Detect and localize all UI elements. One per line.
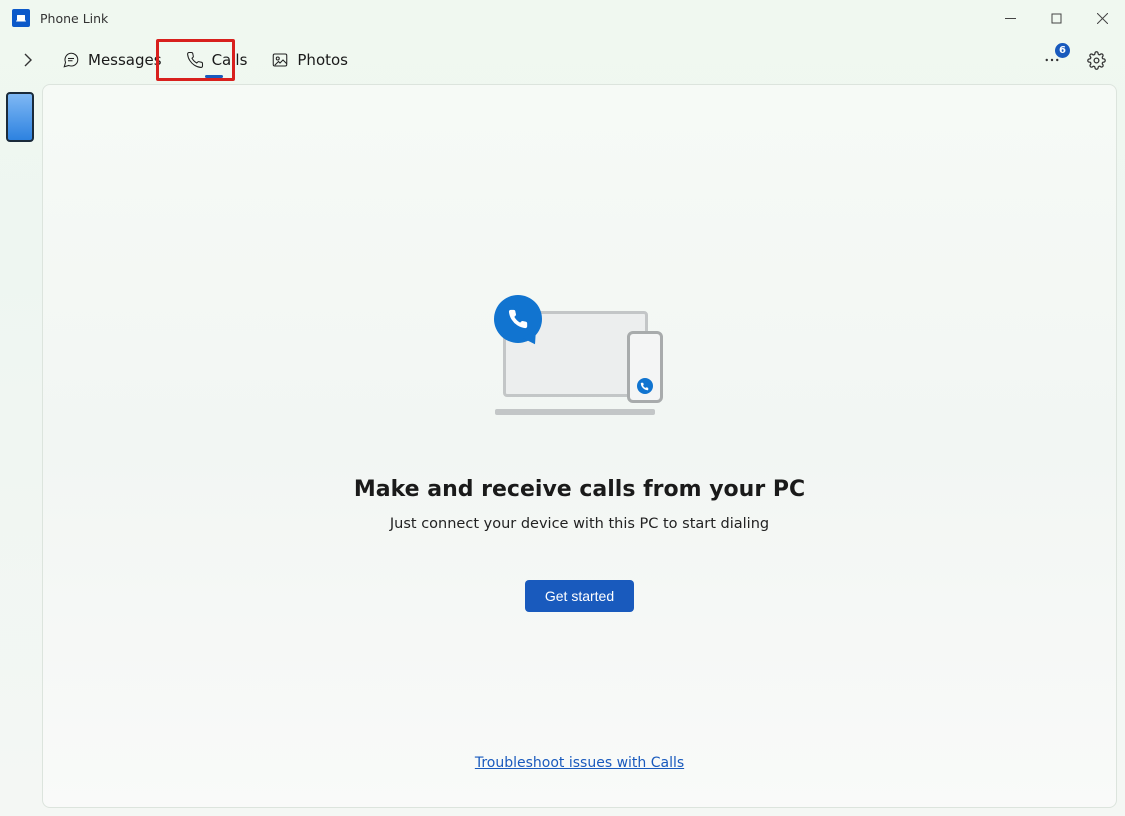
calls-hero-illustration — [495, 295, 665, 415]
phone-bubble-icon — [494, 295, 542, 343]
app-title: Phone Link — [40, 11, 108, 26]
device-strip — [6, 92, 36, 142]
messages-icon — [62, 51, 80, 69]
calls-icon — [186, 51, 204, 69]
photos-icon — [271, 51, 289, 69]
content-panel: Make and receive calls from your PC Just… — [42, 84, 1117, 808]
app-icon — [12, 9, 30, 27]
notification-badge: 6 — [1055, 43, 1070, 58]
tab-bar: Messages Calls Photos 6 — [0, 36, 1125, 84]
window-controls — [987, 0, 1125, 36]
title-bar: Phone Link — [0, 0, 1125, 36]
tab-calls[interactable]: Calls — [174, 45, 260, 75]
close-button[interactable] — [1079, 0, 1125, 36]
nav-forward-icon[interactable] — [16, 44, 40, 76]
maximize-button[interactable] — [1033, 0, 1079, 36]
connected-phone-thumbnail[interactable] — [6, 92, 34, 142]
minimize-button[interactable] — [987, 0, 1033, 36]
tab-messages[interactable]: Messages — [50, 45, 174, 75]
calls-subtext: Just connect your device with this PC to… — [390, 516, 769, 532]
tab-messages-label: Messages — [88, 51, 162, 69]
tab-photos-label: Photos — [297, 51, 348, 69]
get-started-button[interactable]: Get started — [525, 580, 634, 612]
more-button[interactable]: 6 — [1035, 43, 1069, 77]
settings-button[interactable] — [1079, 43, 1113, 77]
tab-photos[interactable]: Photos — [259, 45, 360, 75]
calls-heading: Make and receive calls from your PC — [354, 477, 805, 502]
troubleshoot-link[interactable]: Troubleshoot issues with Calls — [475, 755, 684, 771]
tab-calls-label: Calls — [212, 51, 248, 69]
